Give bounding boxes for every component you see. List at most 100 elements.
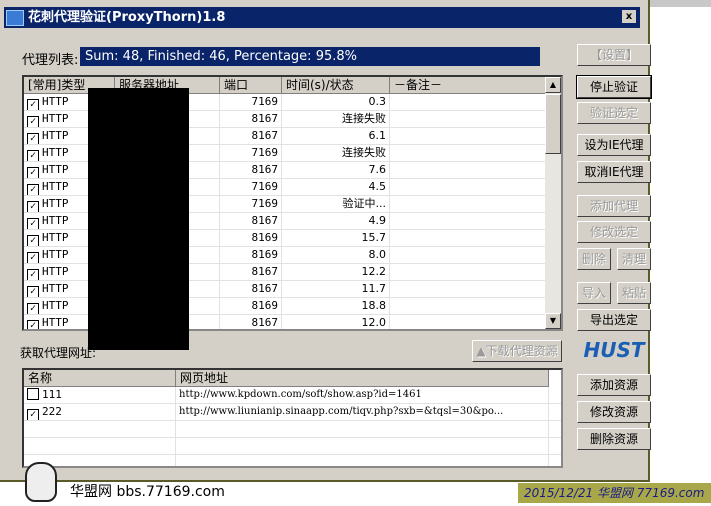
type-text: HTTP xyxy=(42,248,69,261)
status-cell: 连接失败 xyxy=(282,145,390,161)
scroll-up-icon[interactable]: ▲ xyxy=(545,77,561,93)
status-cell: 12.0 xyxy=(282,315,390,329)
checkbox[interactable]: ✓ xyxy=(27,133,39,144)
source-table[interactable]: 名称 网页地址 111 http://www.kpdown.com/soft/s… xyxy=(22,368,563,468)
type-text: HTTP xyxy=(42,112,69,125)
remark-cell xyxy=(390,281,547,297)
port-cell: 7169 xyxy=(220,145,282,161)
cancel-ie-proxy-button[interactable]: 取消IE代理 xyxy=(577,161,651,183)
clean-button[interactable]: 清理 xyxy=(617,248,651,270)
checkbox[interactable]: ✓ xyxy=(27,167,39,178)
ghost-mask-icon xyxy=(25,462,57,502)
stop-verify-button[interactable]: 停止验证 xyxy=(576,75,652,99)
add-proxy-button[interactable]: 添加代理 xyxy=(577,195,651,217)
type-text: HTTP xyxy=(42,95,69,108)
window-title: 花刺代理验证(ProxyThorn)1.8 xyxy=(28,10,226,25)
proxy-list-label: 代理列表: xyxy=(22,53,79,68)
remark-cell xyxy=(390,230,547,246)
source-row[interactable] xyxy=(24,438,561,455)
import-button[interactable]: 导入 xyxy=(577,282,611,304)
status-cell: 18.8 xyxy=(282,298,390,314)
export-selected-button[interactable]: 导出选定 xyxy=(577,309,651,331)
watermark-right: 2015/12/21 华盟网 77169.com xyxy=(518,483,711,503)
type-text: HTTP xyxy=(42,214,69,227)
watermark-left: 华盟网 bbs.77169.com xyxy=(70,484,225,500)
status-cell: 连接失败 xyxy=(282,111,390,127)
status-cell: 4.9 xyxy=(282,213,390,229)
download-sources-button[interactable]: ▲下载代理资源 xyxy=(472,340,562,362)
scroll-thumb[interactable] xyxy=(545,94,561,154)
type-text: HTTP xyxy=(42,146,69,159)
col-remark[interactable]: －备注－ xyxy=(390,77,547,94)
status-cell: 11.7 xyxy=(282,281,390,297)
col-url[interactable]: 网页地址 xyxy=(176,370,549,387)
col-name[interactable]: 名称 xyxy=(24,370,176,387)
remark-cell xyxy=(390,247,547,263)
type-text: HTTP xyxy=(42,129,69,142)
vertical-scrollbar[interactable]: ▲ ▼ xyxy=(545,77,561,329)
checkbox[interactable]: ✓ xyxy=(27,116,39,127)
remark-cell xyxy=(390,162,547,178)
checkbox[interactable]: ✓ xyxy=(27,235,39,246)
port-cell: 8167 xyxy=(220,264,282,280)
empty-cell xyxy=(24,438,176,454)
source-row[interactable]: ✓ 222 http://www.liunianip.sinaapp.com/ti… xyxy=(24,404,561,421)
name-text: 111 xyxy=(42,388,62,401)
paste-button[interactable]: 粘贴 xyxy=(617,282,651,304)
checkbox[interactable]: ✓ xyxy=(27,286,39,297)
checkbox[interactable]: ✓ xyxy=(27,184,39,195)
type-text: HTTP xyxy=(42,197,69,210)
checkbox[interactable]: ✓ xyxy=(27,150,39,161)
port-cell: 8167 xyxy=(220,281,282,297)
scroll-down-icon[interactable]: ▼ xyxy=(545,313,561,329)
port-cell: 8167 xyxy=(220,213,282,229)
remark-cell xyxy=(390,196,547,212)
status-cell: 8.0 xyxy=(282,247,390,263)
checkbox[interactable]: ✓ xyxy=(27,99,39,110)
checkbox[interactable]: ✓ xyxy=(27,252,39,263)
source-row[interactable] xyxy=(24,421,561,438)
empty-cell xyxy=(24,421,176,437)
checkbox[interactable]: ✓ xyxy=(27,201,39,212)
remark-cell xyxy=(390,94,547,110)
port-cell: 7169 xyxy=(220,196,282,212)
name-text: 222 xyxy=(42,405,62,418)
checkbox[interactable]: ✓ xyxy=(27,303,39,314)
source-row[interactable]: 111 http://www.kpdown.com/soft/show.asp?… xyxy=(24,387,561,404)
name-cell: ✓ 222 xyxy=(24,404,176,420)
type-text: HTTP xyxy=(42,231,69,244)
checkbox[interactable]: ✓ xyxy=(27,218,39,229)
name-cell: 111 xyxy=(24,387,176,403)
settings-button[interactable]: 【设置】 xyxy=(577,44,651,66)
edit-selected-button[interactable]: 修改选定 xyxy=(577,221,651,243)
source-row[interactable] xyxy=(24,455,561,466)
delete-button[interactable]: 删除 xyxy=(577,248,611,270)
redaction-block xyxy=(88,88,189,350)
port-cell: 8169 xyxy=(220,247,282,263)
remark-cell xyxy=(390,128,547,144)
close-button[interactable]: x xyxy=(622,10,636,23)
set-ie-proxy-button[interactable]: 设为IE代理 xyxy=(577,134,651,156)
remark-cell xyxy=(390,213,547,229)
remark-cell xyxy=(390,145,547,161)
col-port[interactable]: 端口 xyxy=(220,77,282,94)
edit-source-button[interactable]: 修改资源 xyxy=(577,401,651,423)
remark-cell xyxy=(390,179,547,195)
checkbox[interactable]: ✓ xyxy=(27,320,39,329)
type-text: HTTP xyxy=(42,316,69,329)
status-cell: 12.2 xyxy=(282,264,390,280)
empty-cell xyxy=(176,421,549,437)
url-cell: http://www.kpdown.com/soft/show.asp?id=1… xyxy=(176,387,549,403)
status-cell: 0.3 xyxy=(282,94,390,110)
delete-source-button[interactable]: 删除资源 xyxy=(577,428,651,450)
checkbox[interactable]: ✓ xyxy=(27,269,39,280)
checkbox[interactable] xyxy=(27,388,39,400)
verify-selected-button[interactable]: 验证选定 xyxy=(577,102,651,124)
port-cell: 8169 xyxy=(220,230,282,246)
add-source-button[interactable]: 添加资源 xyxy=(577,374,651,396)
status-cell: 6.1 xyxy=(282,128,390,144)
url-cell: http://www.liunianip.sinaapp.com/tiqv.ph… xyxy=(176,404,549,420)
col-status[interactable]: 时间(s)/状态 xyxy=(282,77,390,94)
empty-cell xyxy=(176,438,549,454)
checkbox[interactable]: ✓ xyxy=(27,409,39,420)
